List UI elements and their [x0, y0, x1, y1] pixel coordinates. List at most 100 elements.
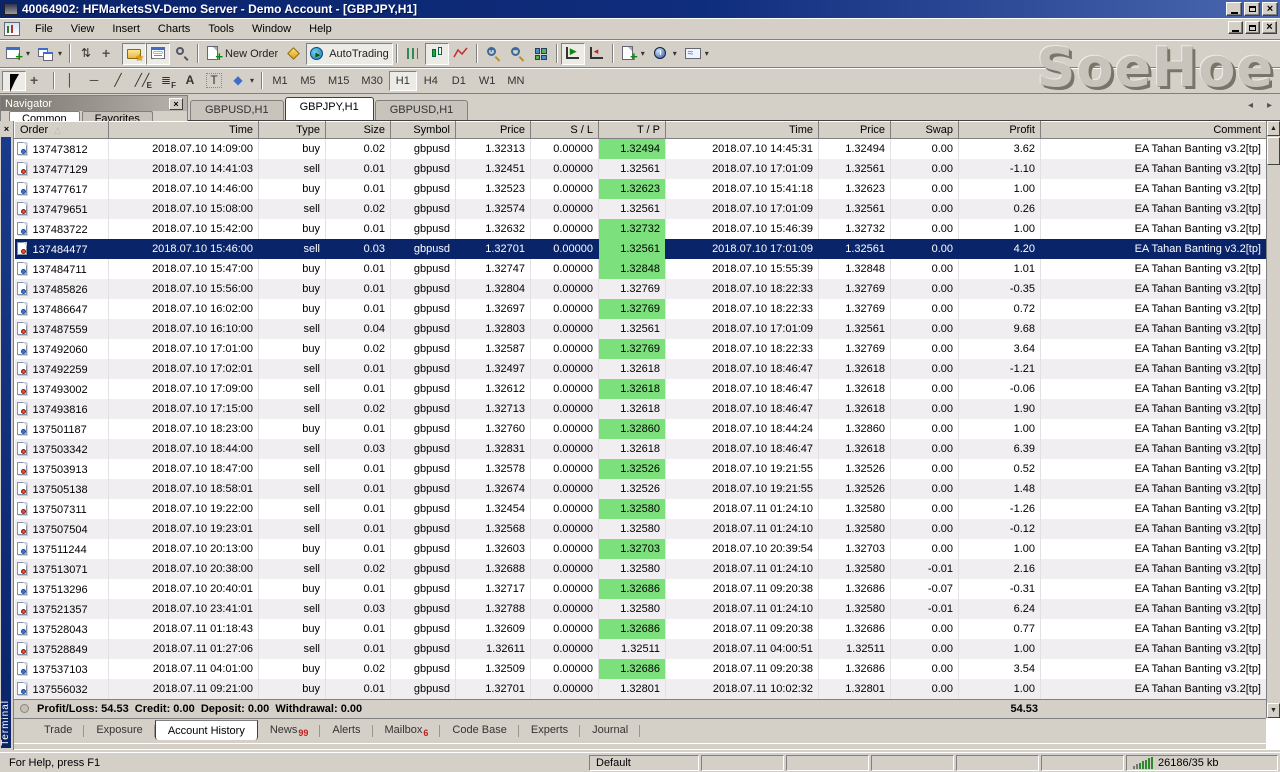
- history-row[interactable]: 1374920602018.07.10 17:01:00buy0.02gbpus…: [15, 339, 1267, 359]
- column-header-price[interactable]: Price: [456, 122, 531, 139]
- column-header-order[interactable]: Order△: [15, 122, 109, 139]
- column-header-swap[interactable]: Swap: [891, 122, 959, 139]
- zoom-out-button[interactable]: −: [505, 43, 529, 65]
- indicators-button[interactable]: +▾: [617, 43, 649, 65]
- column-header-tp[interactable]: T / P: [599, 122, 666, 139]
- history-row[interactable]: 1374837222018.07.10 15:42:00buy0.01gbpus…: [15, 219, 1267, 239]
- history-row[interactable]: 1375213572018.07.10 23:41:01sell0.03gbpu…: [15, 599, 1267, 619]
- history-row[interactable]: 1375033422018.07.10 18:44:00sell0.03gbpu…: [15, 439, 1267, 459]
- history-row[interactable]: 1375371032018.07.11 04:01:00buy0.02gbpus…: [15, 659, 1267, 679]
- arrows-button[interactable]: ◆▾: [226, 71, 258, 91]
- terminal-tab-news[interactable]: News99: [258, 720, 321, 741]
- line-chart-button[interactable]: [449, 43, 473, 65]
- chart-tab-gbpjpy-h1[interactable]: GBPJPY,H1: [285, 97, 374, 120]
- chart-tab-gbpusd-h1[interactable]: GBPUSD,H1: [190, 100, 284, 120]
- history-row[interactable]: 1374738122018.07.10 14:09:00buy0.02gbpus…: [15, 139, 1267, 159]
- terminal-tab-journal[interactable]: Journal: [580, 720, 640, 739]
- history-row[interactable]: 1375130712018.07.10 20:38:00sell0.02gbpu…: [15, 559, 1267, 579]
- history-row[interactable]: 1375075042018.07.10 19:23:01sell0.01gbpu…: [15, 519, 1267, 539]
- column-header-comment[interactable]: Comment: [1041, 122, 1267, 139]
- navigator-button[interactable]: ★: [122, 43, 146, 65]
- column-header-profit[interactable]: Profit: [959, 122, 1041, 139]
- new-chart-button[interactable]: +▾: [2, 43, 34, 65]
- timeframe-m5-button[interactable]: M5: [294, 71, 322, 91]
- history-row[interactable]: 1374858262018.07.10 15:56:00buy0.01gbpus…: [15, 279, 1267, 299]
- menu-help[interactable]: Help: [300, 20, 341, 38]
- terminal-tab-alerts[interactable]: Alerts: [320, 720, 372, 739]
- new-order-button[interactable]: +New Order: [202, 43, 282, 65]
- scrollbar-thumb[interactable]: [1267, 137, 1280, 165]
- timeframe-h4-button[interactable]: H4: [417, 71, 445, 91]
- periods-button[interactable]: ▾: [649, 43, 681, 65]
- column-header-sl[interactable]: S / L: [531, 122, 599, 139]
- column-header-symbol[interactable]: Symbol: [391, 122, 456, 139]
- history-scrollbar[interactable]: ▲ ▼: [1266, 121, 1280, 718]
- navigator-tab-common[interactable]: Common: [9, 111, 80, 121]
- column-header-size[interactable]: Size: [326, 122, 391, 139]
- history-row[interactable]: 1374771292018.07.10 14:41:03sell0.01gbpu…: [15, 159, 1267, 179]
- history-row[interactable]: 1374866472018.07.10 16:02:00buy0.01gbpus…: [15, 299, 1267, 319]
- column-header-time[interactable]: Time: [109, 122, 259, 139]
- profiles-button[interactable]: ▾: [34, 43, 66, 65]
- zoom-in-button[interactable]: +: [481, 43, 505, 65]
- minimize-button[interactable]: [1226, 2, 1242, 16]
- history-row[interactable]: 1374938162018.07.10 17:15:00sell0.02gbpu…: [15, 399, 1267, 419]
- menu-charts[interactable]: Charts: [149, 20, 199, 38]
- equidistant-channel-button[interactable]: ╱╱E: [130, 71, 154, 91]
- data-window-button[interactable]: +: [98, 43, 122, 65]
- chart-minimize-button[interactable]: [1228, 21, 1243, 34]
- column-header-type[interactable]: Type: [259, 122, 326, 139]
- timeframe-h1-button[interactable]: H1: [389, 71, 417, 91]
- history-row[interactable]: 1374875592018.07.10 16:10:00sell0.04gbpu…: [15, 319, 1267, 339]
- history-row[interactable]: 1375132962018.07.10 20:40:01buy0.01gbpus…: [15, 579, 1267, 599]
- column-header-price[interactable]: Price: [819, 122, 891, 139]
- close-button[interactable]: ×: [1262, 2, 1278, 16]
- terminal-tab-exposure[interactable]: Exposure: [84, 720, 154, 739]
- menu-tools[interactable]: Tools: [199, 20, 243, 38]
- history-row[interactable]: 1375560322018.07.11 09:21:00buy0.01gbpus…: [15, 679, 1267, 699]
- candlestick-chart-button[interactable]: [425, 43, 449, 65]
- tile-windows-button[interactable]: [529, 43, 553, 65]
- terminal-close-button[interactable]: ×: [0, 121, 13, 136]
- fibonacci-button[interactable]: ≣F: [154, 71, 178, 91]
- history-row[interactable]: 1375051382018.07.10 18:58:01sell0.01gbpu…: [15, 479, 1267, 499]
- timeframe-m1-button[interactable]: M1: [266, 71, 294, 91]
- history-row[interactable]: 1374930022018.07.10 17:09:00sell0.01gbpu…: [15, 379, 1267, 399]
- terminal-tab-code-base[interactable]: Code Base: [440, 720, 518, 739]
- scrollbar-track[interactable]: [1267, 136, 1280, 703]
- status-profile[interactable]: Default: [589, 755, 699, 771]
- tabs-scroll-right-icon[interactable]: ▸: [1267, 100, 1272, 111]
- chart-close-button[interactable]: ×: [1262, 21, 1277, 34]
- terminal-tab-trade[interactable]: Trade: [32, 720, 84, 739]
- menu-file[interactable]: File: [26, 20, 62, 38]
- metaeditor-button[interactable]: [282, 43, 306, 65]
- autotrading-button[interactable]: AutoTrading: [306, 43, 393, 65]
- bar-chart-button[interactable]: [401, 43, 425, 65]
- auto-scroll-button[interactable]: ▶: [561, 43, 585, 65]
- timeframe-w1-button[interactable]: W1: [473, 71, 502, 91]
- tabs-scroll-left-icon[interactable]: ◂: [1248, 100, 1253, 111]
- history-row[interactable]: 1375073112018.07.10 19:22:00sell0.01gbpu…: [15, 499, 1267, 519]
- vertical-line-button[interactable]: │: [58, 71, 82, 91]
- terminal-tab-account-history[interactable]: Account History: [155, 720, 258, 740]
- history-row[interactable]: 1374776172018.07.10 14:46:00buy0.01gbpus…: [15, 179, 1267, 199]
- timeframe-d1-button[interactable]: D1: [445, 71, 473, 91]
- history-row[interactable]: 1375288492018.07.11 01:27:06sell0.01gbpu…: [15, 639, 1267, 659]
- terminal-tab-mailbox[interactable]: Mailbox6: [373, 720, 441, 741]
- terminal-button[interactable]: [146, 43, 170, 65]
- restore-button[interactable]: [1244, 2, 1260, 16]
- timeframe-m15-button[interactable]: M15: [322, 71, 355, 91]
- history-row[interactable]: 1375280432018.07.11 01:18:43buy0.01gbpus…: [15, 619, 1267, 639]
- history-row[interactable]: 1375011872018.07.10 18:23:00buy0.01gbpus…: [15, 419, 1267, 439]
- chart-shift-button[interactable]: ◂: [585, 43, 609, 65]
- cursor-button[interactable]: [2, 71, 26, 91]
- history-row[interactable]: 1374796512018.07.10 15:08:00sell0.02gbpu…: [15, 199, 1267, 219]
- history-row[interactable]: 1374847112018.07.10 15:47:00buy0.01gbpus…: [15, 259, 1267, 279]
- timeframe-m30-button[interactable]: M30: [355, 71, 388, 91]
- status-connection[interactable]: 26186/35 kb: [1126, 755, 1278, 771]
- scroll-down-icon[interactable]: ▼: [1267, 703, 1280, 718]
- chart-window-icon[interactable]: [4, 22, 20, 36]
- chart-tab-gbpusd-h1[interactable]: GBPUSD,H1: [375, 100, 469, 120]
- text-label-button[interactable]: T: [202, 71, 226, 91]
- menu-view[interactable]: View: [62, 20, 104, 38]
